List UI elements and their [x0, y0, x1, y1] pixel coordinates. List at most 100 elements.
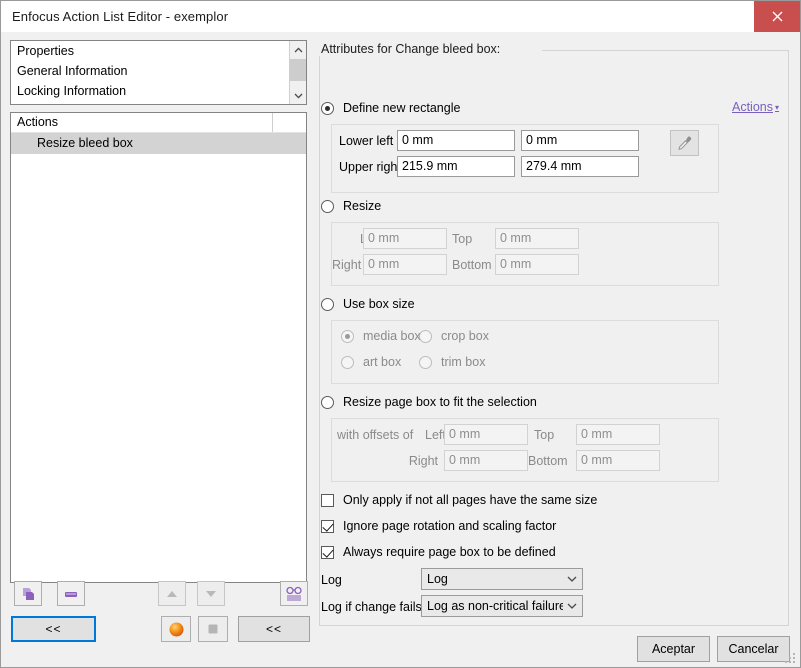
- collapse-right-button[interactable]: <<: [238, 616, 310, 642]
- radio-label: art box: [363, 355, 402, 369]
- eyedropper-button[interactable]: [670, 130, 699, 156]
- radio-resize[interactable]: Resize: [321, 199, 381, 213]
- lower-left-label: Lower left: [339, 134, 394, 148]
- log-fail-select[interactable]: Log as non-critical failure: [421, 595, 583, 617]
- chevron-down-icon: ▾: [775, 102, 780, 112]
- radio-label: Resize page box to fit the selection: [343, 395, 537, 409]
- radio-indicator: [419, 355, 432, 369]
- groupbox-title: Attributes for Change bleed box:: [319, 42, 505, 56]
- resize-bottom-input[interactable]: 0 mm: [495, 254, 579, 275]
- scroll-down-button[interactable]: [290, 87, 306, 104]
- triangle-down-icon: [206, 590, 216, 597]
- log-select[interactable]: Log: [421, 568, 583, 590]
- checkbox-ignore-page-rotation[interactable]: Ignore page rotation and scaling factor: [321, 519, 556, 533]
- status-off-button[interactable]: [198, 616, 228, 642]
- offset-right-input[interactable]: 0 mm: [444, 450, 528, 471]
- add-action-button[interactable]: [14, 581, 42, 606]
- chevron-down-icon: [562, 576, 582, 582]
- orange-sphere-icon: [169, 622, 183, 636]
- offset-bottom-label: Bottom: [528, 454, 568, 468]
- log-select-value: Log: [427, 572, 448, 586]
- left-toolbar-row-2: << <<: [6, 614, 311, 646]
- log-label: Log: [321, 573, 342, 587]
- log-fail-select-value: Log as non-critical failure: [427, 599, 563, 613]
- upper-right-y-input[interactable]: 279.4 mm: [521, 156, 639, 177]
- radio-art-box[interactable]: art box: [341, 355, 401, 369]
- resize-right-label: Right: [332, 258, 362, 272]
- lower-left-x-input[interactable]: 0 mm: [397, 130, 515, 151]
- remove-dash-icon: [65, 591, 77, 597]
- offset-top-input[interactable]: 0 mm: [576, 424, 660, 445]
- remove-action-button[interactable]: [57, 581, 85, 606]
- radio-label: Resize: [343, 199, 382, 213]
- left-column: Properties General Information Locking I…: [10, 40, 307, 583]
- cancel-button[interactable]: Cancelar: [717, 636, 790, 662]
- radio-label: trim box: [441, 355, 486, 369]
- list-item-general-information[interactable]: General Information: [11, 61, 306, 81]
- checkbox-label: Ignore page rotation and scaling factor: [343, 519, 557, 533]
- radio-define-new-rectangle[interactable]: Define new rectangle: [321, 101, 460, 115]
- radio-media-box[interactable]: media box: [341, 329, 421, 343]
- resize-grip-icon[interactable]: [785, 653, 797, 665]
- offset-bottom-input[interactable]: 0 mm: [576, 450, 660, 471]
- actions-list-header: Actions: [11, 113, 306, 133]
- preview-button[interactable]: [280, 581, 308, 606]
- actions-dropdown-link[interactable]: Actions ▾: [732, 100, 779, 114]
- close-icon: [772, 11, 782, 22]
- lower-left-y-input[interactable]: 0 mm: [521, 130, 639, 151]
- ok-button[interactable]: Aceptar: [637, 636, 710, 662]
- eyedropper-icon: [678, 136, 692, 150]
- move-action-down-button[interactable]: [197, 581, 225, 606]
- fit-selection-panel: with offsets of Left 0 mm Top 0 mm Right…: [331, 418, 719, 482]
- title-bar: Enfocus Action List Editor - exemplor: [1, 1, 800, 32]
- actions-listbox[interactable]: Actions Resize bleed box: [10, 112, 307, 583]
- radio-label: Use box size: [343, 297, 415, 311]
- radio-indicator: [341, 355, 354, 369]
- glasses-icon: [286, 586, 302, 601]
- window-title: Enfocus Action List Editor - exemplor: [12, 9, 229, 24]
- radio-label: media box: [363, 329, 421, 343]
- scroll-up-button[interactable]: [290, 41, 306, 58]
- actions-link-label: Actions: [732, 100, 773, 114]
- status-on-button[interactable]: [161, 616, 191, 642]
- offset-right-label: Right: [408, 454, 438, 468]
- resize-left-input[interactable]: 0 mm: [363, 228, 447, 249]
- chevron-down-icon: [294, 93, 302, 99]
- move-action-up-button[interactable]: [158, 581, 186, 606]
- radio-fit-selection[interactable]: Resize page box to fit the selection: [321, 395, 537, 409]
- duplicate-pages-icon: [23, 587, 34, 600]
- triangle-up-icon: [167, 590, 177, 597]
- checkbox-only-apply-if-not-all-pages-same-size[interactable]: Only apply if not all pages have the sam…: [321, 493, 597, 507]
- collapse-left-button[interactable]: <<: [11, 616, 96, 642]
- checkbox-indicator: [321, 519, 334, 533]
- resize-top-label: Top: [452, 232, 473, 246]
- radio-indicator: [341, 329, 354, 343]
- properties-listbox[interactable]: Properties General Information Locking I…: [10, 40, 307, 105]
- radio-trim-box[interactable]: trim box: [419, 355, 485, 369]
- application-window: Enfocus Action List Editor - exemplor Pr…: [0, 0, 801, 668]
- grey-square-icon: [208, 624, 218, 634]
- offset-left-input[interactable]: 0 mm: [444, 424, 528, 445]
- chevron-down-icon: [563, 603, 583, 609]
- checkbox-always-require-page-box[interactable]: Always require page box to be defined: [321, 545, 556, 559]
- radio-indicator: [419, 329, 432, 343]
- offset-left-label: Left: [425, 428, 446, 442]
- radio-crop-box[interactable]: crop box: [419, 329, 489, 343]
- close-button[interactable]: [754, 1, 800, 32]
- table-row[interactable]: Resize bleed box: [11, 133, 306, 154]
- resize-top-input[interactable]: 0 mm: [495, 228, 579, 249]
- actions-column-header-2: [273, 113, 306, 132]
- with-offsets-of-label: with offsets of: [337, 428, 414, 442]
- list-item-locking-information[interactable]: Locking Information: [11, 81, 306, 101]
- list-item-properties[interactable]: Properties: [11, 41, 306, 61]
- radio-label: crop box: [441, 329, 489, 343]
- scrollbar-thumb[interactable]: [290, 59, 306, 81]
- properties-scrollbar[interactable]: [289, 41, 306, 104]
- checkbox-indicator: [321, 493, 334, 507]
- radio-use-box-size[interactable]: Use box size: [321, 297, 415, 311]
- checkbox-indicator: [321, 545, 334, 559]
- box-size-panel: media box crop box art box trim box: [331, 320, 719, 384]
- resize-right-input[interactable]: 0 mm: [363, 254, 447, 275]
- radio-indicator: [321, 199, 334, 213]
- upper-right-x-input[interactable]: 215.9 mm: [397, 156, 515, 177]
